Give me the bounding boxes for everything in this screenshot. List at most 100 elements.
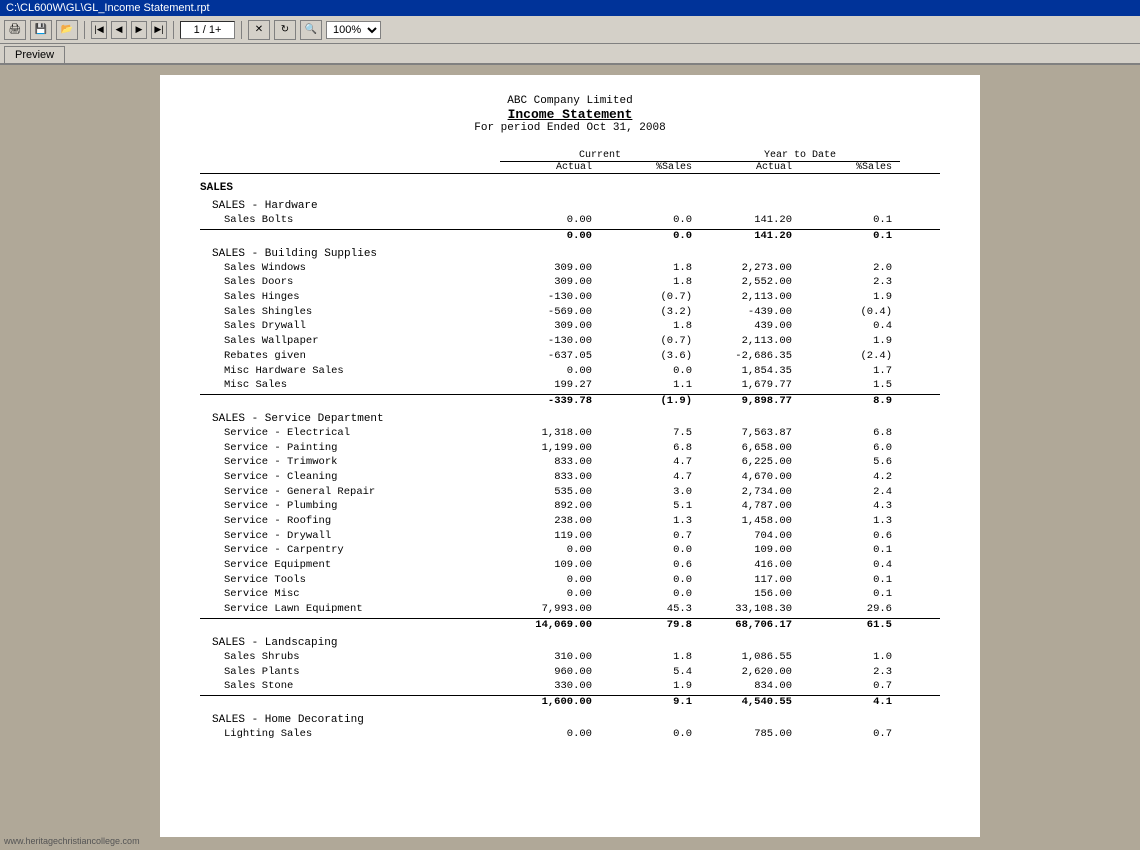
table-row: Service - Painting 1,199.00 6.8 6,658.00…	[200, 441, 940, 456]
total-label	[200, 395, 500, 407]
save-btn[interactable]: 💾	[30, 20, 52, 40]
row-curr-actual: 1,318.00	[500, 426, 600, 441]
tab-bar: Preview	[0, 44, 1140, 65]
table-row: Sales Stone 330.00 1.9 834.00 0.7	[200, 679, 940, 694]
sep3	[241, 21, 242, 39]
row-ytd-pct: 1.9	[800, 290, 900, 305]
row-label: Lighting Sales	[200, 727, 500, 742]
page-input[interactable]: 1 / 1+	[180, 21, 235, 39]
row-label: Sales Shingles	[200, 305, 500, 320]
row-ytd-pct: 29.6	[800, 602, 900, 617]
total-curr-actual: 1,600.00	[500, 696, 600, 708]
row-label: Service Lawn Equipment	[200, 602, 500, 617]
open-btn[interactable]: 📂	[56, 20, 78, 40]
row-ytd-actual: 834.00	[700, 679, 800, 694]
nav-prev-btn[interactable]: ◀	[111, 21, 127, 39]
table-row: Service - Trimwork 833.00 4.7 6,225.00 5…	[200, 455, 940, 470]
nav-first-btn[interactable]: |◀	[91, 21, 107, 39]
row-curr-actual: 309.00	[500, 261, 600, 276]
total-label	[200, 230, 500, 242]
row-label: Sales Drywall	[200, 319, 500, 334]
row-curr-pct: 1.8	[600, 275, 700, 290]
row-ytd-actual: 109.00	[700, 543, 800, 558]
row-curr-pct: (0.7)	[600, 334, 700, 349]
row-ytd-pct: 0.1	[800, 587, 900, 602]
row-label: Service Misc	[200, 587, 500, 602]
row-curr-pct: 1.3	[600, 514, 700, 529]
total-curr-pct: 0.0	[600, 230, 700, 242]
preview-tab[interactable]: Preview	[4, 46, 65, 63]
row-ytd-actual: 2,113.00	[700, 290, 800, 305]
row-curr-actual: 310.00	[500, 650, 600, 665]
current-group-header: Current	[500, 150, 700, 162]
row-curr-actual: -130.00	[500, 290, 600, 305]
table-row: Service - Drywall 119.00 0.7 704.00 0.6	[200, 529, 940, 544]
row-ytd-actual: 2,273.00	[700, 261, 800, 276]
row-ytd-pct: 2.3	[800, 275, 900, 290]
row-curr-pct: 1.9	[600, 679, 700, 694]
nav-next-btn[interactable]: ▶	[131, 21, 147, 39]
row-label: Service - Roofing	[200, 514, 500, 529]
row-ytd-pct: 1.5	[800, 378, 900, 393]
search-btn[interactable]: 🔍	[300, 20, 322, 40]
row-curr-pct: 7.5	[600, 426, 700, 441]
row-ytd-pct: 2.3	[800, 665, 900, 680]
total-ytd-actual: 141.20	[700, 230, 800, 242]
row-curr-pct: 0.0	[600, 364, 700, 379]
row-label: Service Equipment	[200, 558, 500, 573]
table-row: Service - Carpentry 0.00 0.0 109.00 0.1	[200, 543, 940, 558]
row-curr-actual: 0.00	[500, 573, 600, 588]
print-btn[interactable]: 🖨	[4, 20, 26, 40]
row-label: Service - Painting	[200, 441, 500, 456]
row-label: Service - Carpentry	[200, 543, 500, 558]
row-curr-pct: 0.0	[600, 213, 700, 228]
row-label: Misc Hardware Sales	[200, 364, 500, 379]
table-row: Sales Wallpaper -130.00 (0.7) 2,113.00 1…	[200, 334, 940, 349]
table-row: Service Equipment 109.00 0.6 416.00 0.4	[200, 558, 940, 573]
service-dept-header: SALES - Service Department	[200, 413, 940, 425]
row-ytd-actual: 2,552.00	[700, 275, 800, 290]
row-ytd-pct: 0.6	[800, 529, 900, 544]
sales-header: SALES	[200, 182, 940, 194]
zoom-select[interactable]: 25% 50% 75% 100% 125% 150% 200%	[326, 21, 381, 39]
row-curr-pct: 4.7	[600, 470, 700, 485]
title-bar: C:\CL600W\GL\GL_Income Statement.rpt	[0, 0, 1140, 16]
row-ytd-actual: 4,787.00	[700, 499, 800, 514]
stop-btn[interactable]: ✕	[248, 20, 270, 40]
row-curr-pct: 45.3	[600, 602, 700, 617]
hardware-header: SALES - Hardware	[200, 200, 940, 212]
total-curr-pct: 79.8	[600, 619, 700, 631]
nav-last-btn[interactable]: ▶|	[151, 21, 167, 39]
table-row: Rebates given -637.05 (3.6) -2,686.35 (2…	[200, 349, 940, 364]
refresh-btn[interactable]: ↻	[274, 20, 296, 40]
total-curr-actual: 14,069.00	[500, 619, 600, 631]
table-row: Service - General Repair 535.00 3.0 2,73…	[200, 485, 940, 500]
row-ytd-pct: 1.0	[800, 650, 900, 665]
row-curr-actual: 7,993.00	[500, 602, 600, 617]
row-label: Service - Electrical	[200, 426, 500, 441]
row-ytd-pct: 0.7	[800, 727, 900, 742]
row-ytd-actual: 2,113.00	[700, 334, 800, 349]
row-curr-pct: 1.8	[600, 261, 700, 276]
row-curr-actual: -637.05	[500, 349, 600, 364]
row-label: Sales Windows	[200, 261, 500, 276]
row-ytd-pct: (2.4)	[800, 349, 900, 364]
row-curr-pct: 0.0	[600, 727, 700, 742]
row-curr-actual: 309.00	[500, 319, 600, 334]
table-row: Service - Cleaning 833.00 4.7 4,670.00 4…	[200, 470, 940, 485]
row-curr-pct: 0.0	[600, 573, 700, 588]
row-curr-pct: 3.0	[600, 485, 700, 500]
website-footer: www.heritagechristiancollege.com	[4, 836, 140, 846]
row-curr-actual: 0.00	[500, 587, 600, 602]
row-curr-pct: (3.2)	[600, 305, 700, 320]
total-curr-pct: (1.9)	[600, 395, 700, 407]
total-label	[200, 619, 500, 631]
row-curr-actual: 833.00	[500, 470, 600, 485]
row-curr-pct: 5.1	[600, 499, 700, 514]
report-period: For period Ended Oct 31, 2008	[200, 122, 940, 134]
row-ytd-actual: 1,854.35	[700, 364, 800, 379]
report-title: Income Statement	[200, 107, 940, 122]
row-label: Sales Plants	[200, 665, 500, 680]
actual-header-2: Actual	[700, 162, 800, 173]
table-row: Misc Hardware Sales 0.00 0.0 1,854.35 1.…	[200, 364, 940, 379]
